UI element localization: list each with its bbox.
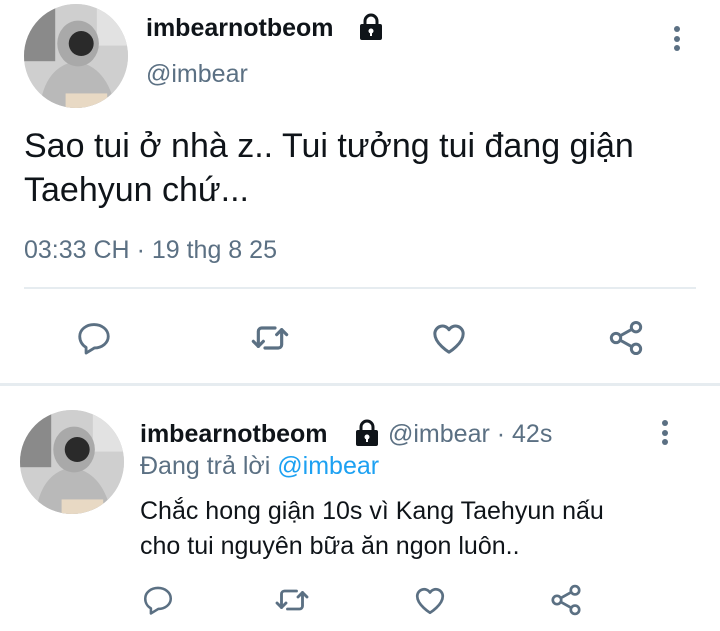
retweet-arrows-icon (275, 589, 309, 611)
author-handle[interactable]: @imbear (146, 60, 248, 89)
protected-lock-icon (358, 13, 384, 46)
divider (24, 287, 696, 289)
like-button[interactable] (427, 316, 471, 360)
tweet-time: 03:33 CH (24, 236, 130, 264)
more-options-icon[interactable] (660, 420, 670, 449)
speech-bubble-icon (78, 323, 110, 355)
reply-author-handle[interactable]: @imbear (388, 420, 490, 448)
reply-author-display-name[interactable]: imbearnotbeom (140, 420, 328, 449)
reply-age: 42s (512, 420, 553, 448)
meta-separator: · (496, 420, 506, 448)
tweet-timestamp[interactable]: 03:33 CH · 19 thg 8 25 (24, 236, 277, 265)
author-avatar[interactable] (24, 4, 128, 108)
share-nodes-icon (609, 321, 643, 355)
meta-separator: · (136, 236, 145, 264)
retweet-arrows-icon (251, 326, 289, 350)
share-button[interactable] (604, 316, 648, 360)
reply-button[interactable] (138, 580, 178, 620)
tweet-date: 19 thg 8 25 (151, 236, 277, 264)
speech-bubble-icon (143, 586, 173, 615)
tweet-text-line: Taehyun chứ... (24, 171, 250, 209)
reply-author-meta: @imbear · 42s (388, 420, 552, 449)
more-options-icon[interactable] (672, 26, 682, 55)
protected-lock-icon (354, 419, 380, 452)
share-button[interactable] (546, 580, 586, 620)
reply-text: Chắc hong giận 10s vì Kang Taehyun nấu c… (140, 494, 604, 564)
replying-to: Đang trả lời @imbear (140, 452, 379, 481)
like-button[interactable] (410, 580, 450, 620)
reply-author-avatar[interactable] (20, 410, 124, 514)
replying-to-mention[interactable]: @imbear (277, 452, 379, 480)
replying-to-prefix: Đang trả lời (140, 452, 271, 480)
reply-button[interactable] (72, 316, 116, 360)
share-nodes-icon (551, 584, 581, 616)
tweet-text-line: Sao tui ở nhà z.. Tui tưởng tui đang giậ… (24, 127, 634, 165)
reply-text-line: Chắc hong giận 10s vì Kang Taehyun nấu (140, 497, 604, 525)
section-divider (0, 383, 720, 386)
retweet-button[interactable] (248, 316, 292, 360)
heart-icon (433, 324, 465, 354)
tweet-text: Sao tui ở nhà z.. Tui tưởng tui đang giậ… (24, 124, 634, 212)
heart-icon (415, 587, 445, 615)
reply-text-line: cho tui nguyên bữa ăn ngon luôn.. (140, 532, 520, 560)
retweet-button[interactable] (272, 580, 312, 620)
author-display-name[interactable]: imbearnotbeom (146, 14, 334, 43)
